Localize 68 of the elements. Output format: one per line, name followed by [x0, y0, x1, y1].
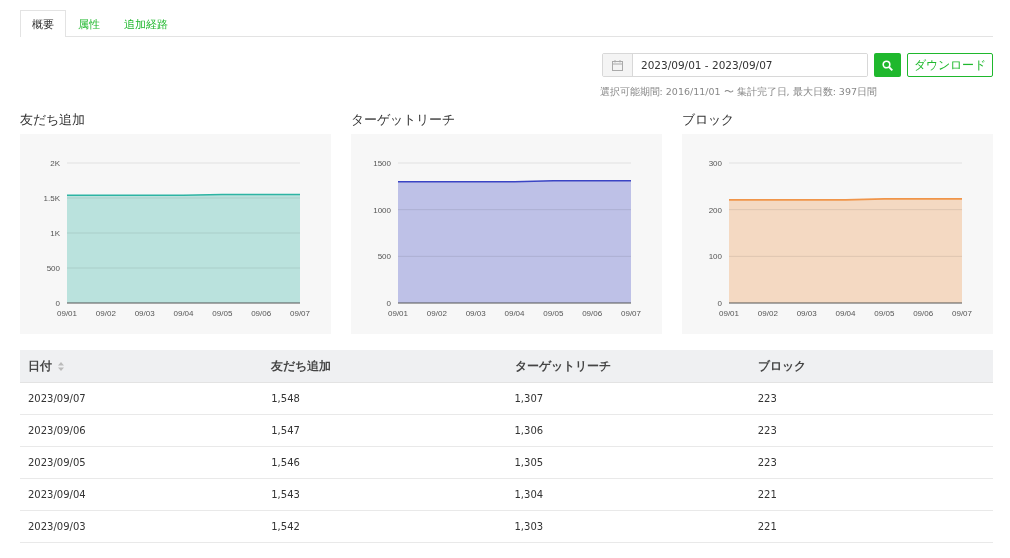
x-tick-label: 09/01: [719, 309, 739, 318]
table-cell: 2023/09/06: [28, 425, 86, 436]
x-tick-label: 09/01: [388, 309, 408, 318]
x-tick-label: 09/07: [290, 309, 310, 318]
column-header: ターゲットリーチ: [514, 358, 611, 374]
range-note: 選択可能期間: 2016/11/01 〜 集計完了日, 最大日数: 397日間: [599, 86, 877, 99]
table-cell: 1,543: [271, 489, 300, 500]
x-tick-label: 09/06: [582, 309, 603, 318]
table-cell: 1,304: [514, 489, 544, 500]
x-tick-label: 09/05: [543, 309, 564, 318]
x-tick-label: 09/05: [212, 309, 233, 318]
y-tick-label: 0: [386, 299, 391, 308]
tab[interactable]: 概要: [20, 10, 66, 37]
column-header: ブロック: [757, 358, 806, 374]
table-cell: 1,548: [271, 393, 300, 404]
table-cell: 1,542: [271, 521, 300, 532]
x-tick-label: 09/07: [952, 309, 972, 318]
x-tick-label: 09/02: [95, 309, 116, 318]
table-cell: 223: [757, 393, 777, 404]
chart-title: ブロック: [682, 112, 735, 129]
date-range-field[interactable]: 2023/09/01 - 2023/09/07: [602, 53, 868, 77]
x-tick-label: 09/04: [173, 309, 194, 318]
table-cell: 2023/09/05: [28, 457, 86, 468]
table-cell: 1,547: [271, 425, 300, 436]
x-tick-label: 09/02: [426, 309, 447, 318]
y-tick-label: 500: [46, 264, 60, 273]
x-tick-label: 09/07: [621, 309, 641, 318]
y-tick-label: 1000: [373, 205, 391, 215]
table-cell: 1,303: [514, 521, 544, 532]
chart-title: 友だち追加: [20, 112, 86, 129]
table-cell: 223: [757, 425, 777, 436]
calendar-icon: [612, 59, 623, 71]
column-header[interactable]: 日付: [28, 358, 52, 374]
y-tick-label: 1.5K: [43, 194, 60, 203]
chart-title: ターゲットリーチ: [351, 112, 456, 129]
x-tick-label: 09/03: [796, 309, 817, 318]
y-tick-label: 1500: [373, 159, 391, 168]
x-tick-label: 09/01: [57, 309, 77, 318]
y-tick-label: 100: [708, 252, 722, 262]
x-tick-label: 09/03: [465, 309, 486, 318]
x-tick-label: 09/03: [134, 309, 155, 318]
y-tick-label: 2K: [50, 159, 60, 168]
table-cell: 1,306: [514, 425, 544, 436]
y-tick-label: 1K: [50, 229, 60, 238]
x-tick-label: 09/06: [251, 309, 272, 318]
table-cell: 1,307: [514, 393, 544, 404]
table-cell: 2023/09/07: [28, 393, 86, 404]
table-cell: 221: [757, 521, 777, 532]
y-tick-label: 0: [717, 299, 722, 308]
y-tick-label: 500: [377, 252, 391, 262]
x-tick-label: 09/05: [874, 309, 895, 318]
table-cell: 2023/09/03: [28, 521, 86, 532]
table-cell: 1,546: [271, 457, 300, 468]
search-icon: [882, 59, 893, 71]
table-cell: 223: [757, 457, 777, 468]
column-header: 友だち追加: [271, 358, 332, 374]
table-cell: 2023/09/04: [28, 489, 86, 500]
y-tick-label: 0: [55, 299, 60, 308]
x-tick-label: 09/06: [913, 309, 934, 318]
x-tick-label: 09/02: [757, 309, 778, 318]
sort-icon[interactable]: [58, 361, 64, 371]
y-tick-label: 300: [708, 159, 722, 168]
x-tick-label: 09/04: [504, 309, 525, 318]
table-cell: 1,305: [514, 457, 544, 468]
y-tick-label: 200: [708, 205, 722, 215]
x-tick-label: 09/04: [835, 309, 856, 318]
table-cell: 221: [757, 489, 777, 500]
search-button[interactable]: [874, 53, 901, 77]
